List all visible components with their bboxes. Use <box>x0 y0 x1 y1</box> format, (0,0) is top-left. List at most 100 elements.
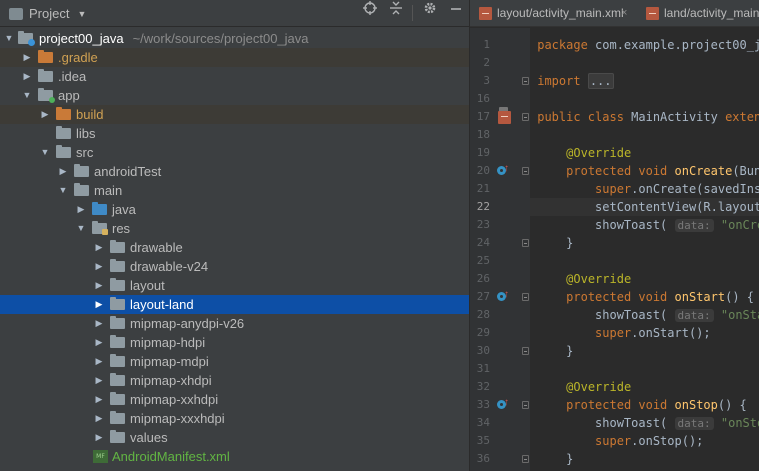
project-view-selector[interactable]: Project ▼ <box>9 6 86 21</box>
tree-item-mipmap-anydpi-v26[interactable]: ▶ mipmap-anydpi-v26 <box>0 314 469 333</box>
code-line[interactable]: protected void onCreate(Bundl <box>530 162 759 180</box>
expand-arrow-icon[interactable]: ▼ <box>3 29 15 48</box>
code-token: package <box>537 38 596 52</box>
expand-arrow-icon[interactable]: ▶ <box>39 105 51 124</box>
expand-arrow-icon[interactable]: ▶ <box>21 67 33 86</box>
code-line[interactable]: showToast( data: "onCreate <box>530 216 759 234</box>
expand-arrow-icon[interactable]: ▶ <box>93 409 105 428</box>
tree-item-mipmap-xhdpi[interactable]: ▶ mipmap-xhdpi <box>0 371 469 390</box>
tree-item-values[interactable]: ▶ values <box>0 428 469 447</box>
expand-arrow-icon[interactable]: ▶ <box>21 48 33 67</box>
tree-item-mipmap-xxxhdpi[interactable]: ▶ mipmap-xxxhdpi <box>0 409 469 428</box>
code-line[interactable]: setContentView(R.layout.a <box>530 198 759 216</box>
tree-item-src[interactable]: ▼ src <box>0 143 469 162</box>
code-line[interactable]: showToast( data: "onStart" <box>530 306 759 324</box>
tree-item-gradle[interactable]: ▶ .gradle <box>0 48 469 67</box>
tree-item-label: layout-land <box>130 297 194 312</box>
related-layout-icon[interactable] <box>498 107 511 124</box>
tree-item-res[interactable]: ▼ res <box>0 219 469 238</box>
line-number: 20 <box>476 164 490 177</box>
code-line[interactable] <box>530 360 537 378</box>
override-arrow-icon[interactable]: ↑ <box>504 397 509 408</box>
override-arrow-icon[interactable]: ↑ <box>504 163 509 174</box>
code-area[interactable]: package com.example.project00_jav import… <box>530 28 759 471</box>
tree-item-libs[interactable]: libs <box>0 124 469 143</box>
code-line[interactable]: import ... <box>530 72 614 90</box>
tree-item-mipmap-hdpi[interactable]: ▶ mipmap-hdpi <box>0 333 469 352</box>
expand-arrow-icon[interactable]: ▶ <box>57 162 69 181</box>
expand-arrow-icon[interactable]: ▶ <box>93 295 105 314</box>
code-token: import <box>537 74 588 88</box>
expand-arrow-icon[interactable]: ▶ <box>93 390 105 409</box>
fold-marker-icon[interactable] <box>522 77 529 85</box>
folded-imports[interactable]: ... <box>587 73 614 89</box>
code-line[interactable]: } <box>530 234 573 252</box>
tree-item-main[interactable]: ▼ main <box>0 181 469 200</box>
locate-icon[interactable] <box>360 0 380 20</box>
tree-item-drawable[interactable]: ▶ drawable <box>0 238 469 257</box>
line-number: 28 <box>476 308 490 321</box>
code-line[interactable]: } <box>530 450 573 468</box>
expand-arrow-icon[interactable]: ▶ <box>93 428 105 447</box>
tree-item-idea[interactable]: ▶ .idea <box>0 67 469 86</box>
code-line[interactable]: public class MainActivity extends <box>530 108 759 126</box>
expand-arrow-icon[interactable]: ▼ <box>39 143 51 162</box>
tab-layout-activity-main[interactable]: layout/activity_main.xml × <box>470 0 644 27</box>
tree-item-mipmap-mdpi[interactable]: ▶ mipmap-mdpi <box>0 352 469 371</box>
resource-folder-icon <box>92 221 108 235</box>
expand-arrow-icon[interactable]: ▶ <box>93 314 105 333</box>
expand-arrow-icon[interactable]: ▶ <box>93 352 105 371</box>
expand-arrow-icon[interactable]: ▶ <box>93 257 105 276</box>
tree-item-androidmanifest[interactable]: MF AndroidManifest.xml <box>0 447 469 466</box>
code-line[interactable] <box>530 252 537 270</box>
tab-land-activity-main[interactable]: land/activity_main.x <box>644 0 759 27</box>
code-line[interactable]: package com.example.project00_jav <box>530 36 759 54</box>
expand-arrow-icon[interactable]: ▶ <box>93 371 105 390</box>
expand-arrow-icon[interactable]: ▶ <box>75 200 87 219</box>
code-line[interactable] <box>530 126 537 144</box>
editor-gutter[interactable]: 1 2 3 16 17 18 19 20 ↑ 21 22 23 24 25 26 27 ↑ 28 29 30 31 32 3… <box>470 28 530 471</box>
fold-marker-icon[interactable] <box>522 347 529 355</box>
code-editor[interactable]: layout/activity_main.xml × land/activity… <box>470 0 759 471</box>
code-token: extends <box>725 110 759 124</box>
fold-marker-icon[interactable] <box>522 401 529 409</box>
gear-icon[interactable] <box>420 0 440 20</box>
code-line[interactable]: } <box>530 342 573 360</box>
code-line[interactable] <box>530 90 537 108</box>
expand-arrow-icon[interactable]: ▼ <box>21 86 33 105</box>
tree-item-drawable-v24[interactable]: ▶ drawable-v24 <box>0 257 469 276</box>
fold-marker-icon[interactable] <box>522 455 529 463</box>
fold-marker-icon[interactable] <box>522 293 529 301</box>
code-line[interactable]: super.onCreate(savedInsta <box>530 180 759 198</box>
code-line[interactable]: @Override <box>530 270 631 288</box>
code-line[interactable]: protected void onStart() { <box>530 288 754 306</box>
code-line[interactable]: super.onStart(); <box>530 324 711 342</box>
expand-arrow-icon[interactable]: ▶ <box>93 238 105 257</box>
expand-arrow-icon[interactable]: ▼ <box>75 219 87 238</box>
tree-item-mipmap-xxhdpi[interactable]: ▶ mipmap-xxhdpi <box>0 390 469 409</box>
hide-icon[interactable] <box>446 0 466 20</box>
fold-marker-icon[interactable] <box>522 113 529 121</box>
tree-item-layout-land[interactable]: ▶ layout-land <box>0 295 469 314</box>
code-line[interactable]: @Override <box>530 144 631 162</box>
code-line[interactable] <box>530 54 537 72</box>
fold-marker-icon[interactable] <box>522 167 529 175</box>
tree-item-androidtest[interactable]: ▶ androidTest <box>0 162 469 181</box>
tree-item-app[interactable]: ▼ app <box>0 86 469 105</box>
expand-arrow-icon[interactable]: ▼ <box>57 181 69 200</box>
tree-item-java[interactable]: ▶ java <box>0 200 469 219</box>
expand-arrow-icon[interactable]: ▶ <box>93 276 105 295</box>
collapse-all-icon[interactable] <box>386 0 406 20</box>
tree-item-project00-java[interactable]: ▼ project00_java ~/work/sources/project00… <box>0 29 469 48</box>
override-arrow-icon[interactable]: ↑ <box>504 289 509 300</box>
code-line[interactable]: @Override <box>530 378 631 396</box>
code-line[interactable]: protected void onStop() { <box>530 396 747 414</box>
code-line[interactable]: showToast( data: "onStop") <box>530 414 759 432</box>
tree-item-layout[interactable]: ▶ layout <box>0 276 469 295</box>
close-icon[interactable]: × <box>621 0 627 27</box>
expand-arrow-icon[interactable]: ▶ <box>93 333 105 352</box>
code-line[interactable]: super.onStop(); <box>530 432 703 450</box>
tree-item-build[interactable]: ▶ build <box>0 105 469 124</box>
fold-marker-icon[interactable] <box>522 239 529 247</box>
